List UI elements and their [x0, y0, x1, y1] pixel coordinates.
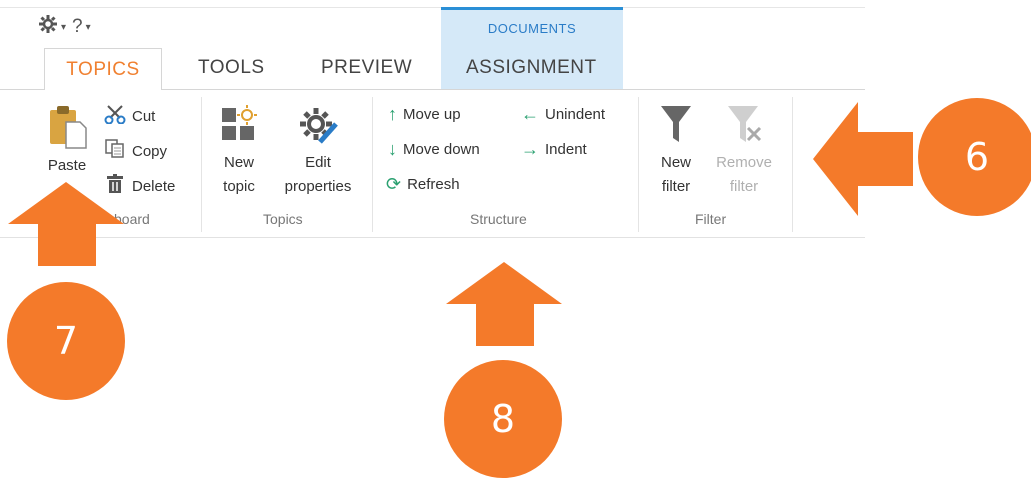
unindent-label: Unindent [545, 106, 606, 123]
quick-access-toolbar: ▾ ? ▾ [38, 14, 91, 40]
edit-properties-label-2: properties [284, 178, 352, 195]
callout-6: 6 [918, 98, 1031, 216]
move-down-label: Move down [403, 141, 480, 158]
tab-topics[interactable]: TOPICS [44, 48, 162, 90]
new-topic-label-2: topic [223, 178, 255, 195]
new-topic-button[interactable]: New topic [214, 104, 264, 199]
delete-label: Delete [132, 177, 176, 195]
paste-label: Paste [47, 157, 87, 174]
filter-group-label: Filter [695, 211, 727, 227]
copy-label: Copy [132, 142, 168, 160]
arrow-up-icon: ↑ [388, 104, 397, 124]
remove-filter-button[interactable]: Remove filter [710, 104, 778, 199]
edit-properties-button[interactable]: Edit properties [276, 104, 360, 199]
callout-7: 7 [7, 282, 125, 400]
remove-filter-label-2: filter [729, 178, 759, 195]
refresh-label: Refresh [407, 176, 460, 193]
paste-icon [44, 106, 90, 154]
indent-label: Indent [545, 141, 587, 158]
group-divider [792, 97, 793, 232]
callout-arrow-up [446, 262, 562, 346]
move-up-button[interactable]: ↑ Move up [388, 104, 461, 125]
copy-button[interactable]: Copy [104, 139, 167, 163]
remove-filter-label-1: Remove [716, 154, 772, 171]
cut-label: Cut [132, 107, 156, 125]
arrow-left-icon: ← [521, 104, 539, 124]
callout-8: 8 [444, 360, 562, 478]
refresh-icon: ⟳ [386, 174, 402, 194]
help-button[interactable]: ? [72, 16, 83, 38]
group-divider [372, 97, 373, 232]
group-divider [201, 97, 202, 232]
new-topic-icon [218, 105, 260, 150]
tab-tools[interactable]: TOOLS [198, 57, 265, 79]
help-dropdown-icon[interactable]: ▾ [86, 22, 91, 33]
arrow-down-icon: ↓ [388, 139, 397, 159]
refresh-button[interactable]: ⟳ Refresh [386, 174, 460, 195]
remove-filter-icon [724, 106, 764, 150]
new-filter-label-1: New [660, 154, 691, 171]
gear-pencil-icon [296, 108, 340, 150]
indent-button[interactable]: → Indent [521, 139, 587, 160]
new-topic-label-1: New [223, 154, 254, 171]
title-divider [0, 7, 865, 8]
new-filter-button[interactable]: New filter [652, 104, 700, 199]
unindent-button[interactable]: ← Unindent [521, 104, 605, 125]
paste-button[interactable]: Paste [42, 104, 92, 174]
scissors-icon [104, 104, 126, 128]
callout-arrow-up [8, 182, 124, 266]
callout-arrow-left [813, 102, 913, 216]
topics-group-label: Topics [263, 211, 303, 227]
new-filter-label-2: filter [661, 178, 691, 195]
settings-dropdown-icon[interactable]: ▾ [61, 22, 66, 33]
edit-properties-label-1: Edit [305, 154, 331, 171]
funnel-icon [659, 106, 693, 150]
arrow-right-icon: → [521, 139, 539, 159]
settings-gear-icon[interactable] [38, 14, 58, 40]
contextual-group-label: DOCUMENTS [487, 21, 577, 36]
move-down-button[interactable]: ↓ Move down [388, 139, 480, 160]
copy-icon [104, 139, 126, 163]
structure-group-label: Structure [470, 211, 527, 227]
move-up-label: Move up [403, 106, 461, 123]
tab-preview[interactable]: PREVIEW [321, 57, 412, 79]
group-divider [638, 97, 639, 232]
tab-assignment[interactable]: ASSIGNMENT [466, 57, 597, 79]
cut-button[interactable]: Cut [104, 104, 155, 128]
